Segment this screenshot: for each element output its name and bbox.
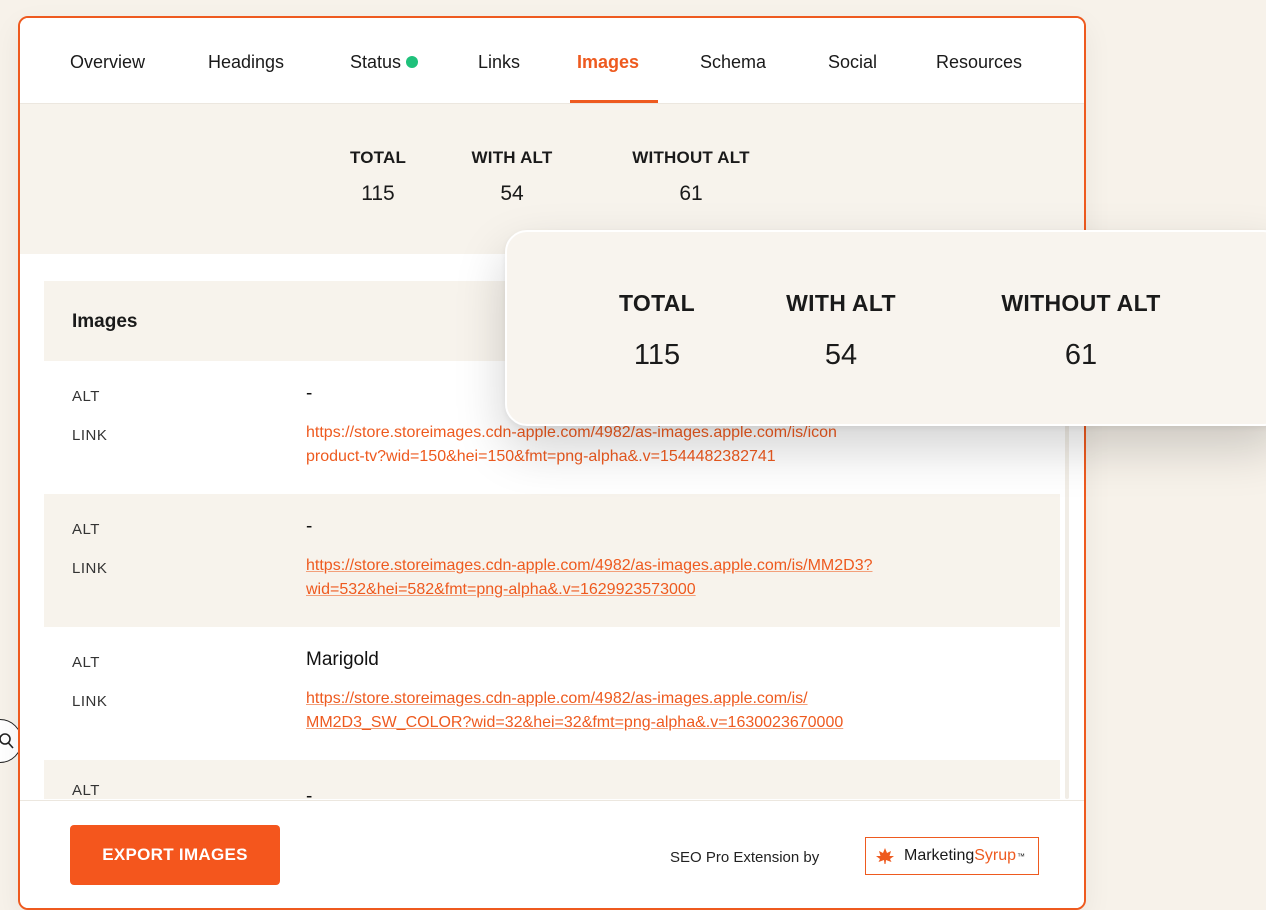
list-item: ALT - bbox=[44, 760, 1060, 799]
panel-footer: EXPORT IMAGES SEO Pro Extension by Marke… bbox=[20, 800, 1084, 908]
image-link-line: https://store.storeimages.cdn-apple.com/… bbox=[306, 690, 808, 707]
magnified-with-alt-value: 54 bbox=[824, 339, 858, 371]
magnified-with-alt-label: WITH ALT bbox=[786, 290, 896, 316]
tab-resources[interactable]: Resources bbox=[936, 52, 1022, 73]
page: Overview Headings Status Links Images Sc… bbox=[0, 0, 1266, 910]
summary-total: TOTAL 115 bbox=[344, 148, 412, 206]
image-link[interactable]: https://store.storeimages.cdn-apple.com/… bbox=[306, 554, 1046, 602]
byline-text: SEO Pro Extension by bbox=[670, 849, 820, 866]
seo-extension-panel: Overview Headings Status Links Images Sc… bbox=[18, 16, 1086, 910]
active-tab-underline bbox=[570, 100, 658, 103]
magnified-without-alt: WITHOUT ALT 61 bbox=[981, 290, 1181, 372]
alt-value: - bbox=[306, 516, 313, 537]
alt-value: - bbox=[306, 786, 313, 799]
summary-with-alt: WITH ALT 54 bbox=[462, 148, 562, 206]
tab-schema[interactable]: Schema bbox=[700, 52, 766, 73]
summary-without-alt: WITHOUT ALT 61 bbox=[618, 148, 764, 206]
summary-total-label: TOTAL bbox=[349, 148, 407, 167]
link-label: LINK bbox=[72, 560, 108, 577]
summary-with-alt-label: WITH ALT bbox=[471, 148, 553, 167]
summary-without-alt-label: WITHOUT ALT bbox=[632, 148, 750, 167]
tab-status[interactable]: Status bbox=[350, 52, 419, 73]
link-label: LINK bbox=[72, 427, 108, 444]
tab-status-label: Status bbox=[350, 52, 402, 72]
magnified-summary-card: TOTAL 115 WITH ALT 54 WITHOUT ALT 61 bbox=[505, 230, 1266, 426]
status-indicator-dot bbox=[406, 56, 419, 68]
tab-overview[interactable]: Overview bbox=[70, 52, 145, 73]
maple-leaf-icon bbox=[876, 848, 894, 864]
alt-label: ALT bbox=[72, 521, 100, 538]
brand-name-part2: Syrup bbox=[974, 847, 1017, 864]
tab-bar: Overview Headings Status Links Images Sc… bbox=[20, 18, 1084, 104]
magnified-without-alt-label: WITHOUT ALT bbox=[1001, 290, 1161, 316]
alt-value: Marigold bbox=[306, 649, 379, 670]
summary-without-alt-value: 61 bbox=[679, 182, 703, 205]
image-link-line: https://store.storeimages.cdn-apple.com/… bbox=[306, 557, 873, 574]
marketingsyrup-logo[interactable]: Marketing Syrup ™ bbox=[865, 837, 1039, 875]
export-images-button[interactable]: EXPORT IMAGES bbox=[70, 825, 280, 885]
magnified-total-value: 115 bbox=[633, 339, 681, 371]
magnified-total-label: TOTAL bbox=[618, 290, 696, 316]
image-link-line: product-tv?wid=150&hei=150&fmt=png-alpha… bbox=[306, 448, 776, 465]
alt-label: ALT bbox=[72, 388, 100, 405]
list-item: ALT LINK - https://store.storeimages.cdn… bbox=[44, 494, 1060, 627]
list-item: ALT LINK Marigold https://store.storeima… bbox=[44, 627, 1060, 760]
magnified-total: TOTAL 115 bbox=[611, 290, 703, 372]
image-link[interactable]: https://store.storeimages.cdn-apple.com/… bbox=[306, 687, 1046, 735]
trademark-symbol: ™ bbox=[1017, 851, 1026, 861]
image-link[interactable]: https://store.storeimages.cdn-apple.com/… bbox=[306, 421, 1046, 469]
alt-label: ALT bbox=[72, 654, 100, 671]
link-label: LINK bbox=[72, 693, 108, 710]
tab-social[interactable]: Social bbox=[828, 52, 877, 73]
tab-links[interactable]: Links bbox=[478, 52, 520, 73]
magnified-with-alt: WITH ALT 54 bbox=[771, 290, 911, 372]
tab-images[interactable]: Images bbox=[577, 52, 639, 73]
tab-headings[interactable]: Headings bbox=[208, 52, 284, 73]
magnified-without-alt-value: 61 bbox=[1064, 339, 1098, 371]
brand-name-part1: Marketing bbox=[904, 847, 975, 864]
summary-with-alt-value: 54 bbox=[500, 182, 524, 205]
magnifier-icon bbox=[0, 733, 14, 749]
images-list-title: Images bbox=[72, 311, 138, 332]
alt-value: - bbox=[306, 383, 313, 404]
image-link-line: MM2D3_SW_COLOR?wid=32&hei=32&fmt=png-alp… bbox=[306, 714, 844, 731]
image-link-line: wid=532&hei=582&fmt=png-alpha&.v=1629923… bbox=[306, 581, 696, 598]
alt-label: ALT bbox=[72, 782, 100, 799]
summary-total-value: 115 bbox=[361, 182, 395, 205]
